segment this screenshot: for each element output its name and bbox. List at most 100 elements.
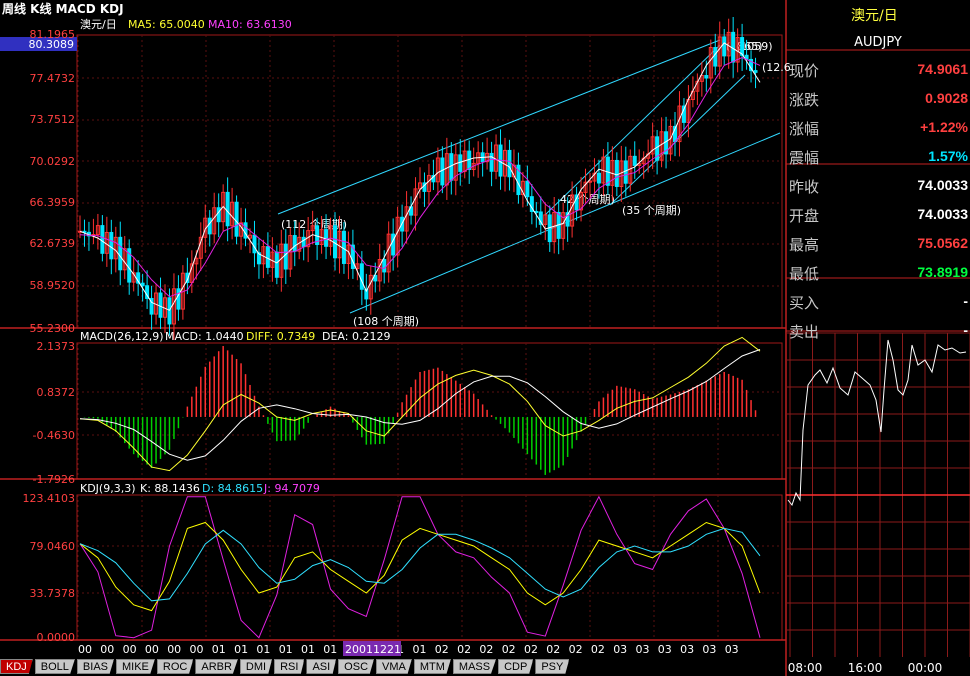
macd-y-ticks: 2.1373 0.8372 -0.4630 -1.7926: [33, 340, 75, 486]
annotation: (108 个周期): [353, 315, 419, 328]
candle-body: [458, 154, 463, 172]
tab-cdp[interactable]: CDP: [498, 659, 534, 674]
tab-roc[interactable]: ROC: [156, 659, 194, 674]
candle-body: [753, 70, 758, 73]
x-axis: 0000000000000101010101010101010102020202…: [78, 641, 739, 656]
candle-body: [216, 207, 221, 223]
candle-body: [440, 157, 445, 186]
tab-arbr[interactable]: ARBR: [195, 659, 238, 674]
x-tick: 01: [413, 643, 427, 656]
tab-bias[interactable]: BIAS: [76, 659, 114, 674]
quote-value: 74.0033: [917, 206, 968, 222]
price-tick: 81.1965: [30, 28, 76, 41]
tab-boll[interactable]: BOLL: [34, 659, 75, 674]
quote-row: 昨收 74.0033: [787, 172, 970, 199]
tab-dmi[interactable]: DMI: [239, 659, 273, 674]
kdj-tick: 79.0460: [30, 540, 76, 553]
price-tick: 77.4732: [30, 72, 76, 85]
price-tick: 66.3959: [30, 196, 76, 209]
tab-asi[interactable]: ASI: [306, 659, 337, 674]
x-tick: 00: [123, 643, 137, 656]
x-tick: 01: [256, 643, 270, 656]
x-tick: 02: [524, 643, 538, 656]
price-tick: 73.7512: [30, 113, 76, 126]
candle-body: [722, 36, 727, 57]
annotation: 42 个周期): [560, 193, 615, 206]
x-tick: 02: [502, 643, 516, 656]
dea-label: DEA: 0.2129: [322, 330, 390, 343]
tab-psy[interactable]: PSY: [535, 659, 570, 674]
quote-value: 73.8919: [917, 264, 968, 280]
x-tick: 02: [457, 643, 471, 656]
price-tick: 62.6739: [30, 237, 76, 250]
quote-key: 涨幅: [789, 120, 820, 138]
price-panel-title: 澳元/日: [80, 18, 117, 31]
ma5-label: MA5: 65.0040: [128, 18, 205, 31]
indicator-tabs: KDJ BOLL BIAS MIKE ROC ARBR DMI RSI ASI …: [0, 659, 786, 676]
candle-body: [507, 149, 512, 178]
candle-body: [391, 233, 396, 256]
quote-code: AUDJPY: [854, 35, 902, 50]
candle-body: [176, 288, 181, 310]
page-title: 周线 K线 MACD KDJ: [2, 1, 124, 16]
candle-body: [252, 234, 257, 254]
candle-body: [713, 47, 718, 67]
candle-body: [525, 180, 530, 198]
tab-osc[interactable]: OSC: [338, 659, 375, 674]
kdj-chart: [79, 495, 761, 639]
quote-key: 最高: [789, 236, 820, 254]
quote-value: +1.22%: [920, 119, 968, 135]
x-tick: 03: [725, 643, 739, 656]
x-highlight: 20011221: [345, 643, 401, 656]
k-line: [79, 521, 761, 612]
x-tick: 03: [702, 643, 716, 656]
x-tick: 01: [323, 643, 337, 656]
candle-body: [467, 150, 472, 170]
quote-key: 最低: [789, 265, 820, 283]
x-tick: 00: [145, 643, 159, 656]
tab-mass[interactable]: MASS: [452, 659, 497, 674]
k-label: K: 88.1436: [140, 482, 200, 495]
quote-row: 最高 75.0562: [787, 230, 970, 257]
candle-body: [382, 259, 387, 273]
quote-row: 涨幅 +1.22%: [787, 114, 970, 141]
tab-mike[interactable]: MIKE: [116, 659, 155, 674]
tab-vma[interactable]: VMA: [376, 659, 412, 674]
quote-row: 买入 -: [787, 288, 970, 315]
quote-row: 开盘 74.0033: [787, 201, 970, 228]
candle-body: [740, 37, 745, 56]
candle-body: [234, 201, 239, 237]
annotation: (35 个周期): [622, 204, 681, 217]
quote-value: 75.0562: [917, 235, 968, 251]
tab-rsi[interactable]: RSI: [274, 659, 305, 674]
candle-body: [731, 31, 736, 63]
candle-body: [489, 152, 494, 172]
intraday-chart: [786, 332, 970, 657]
quote-row: 现价 74.9061: [787, 56, 970, 83]
trend-line: [544, 44, 721, 216]
candle-body: [167, 297, 172, 325]
kdj-label: KDJ(9,3,3): [80, 482, 136, 495]
x-tick: 02: [479, 643, 493, 656]
quote-key: 现价: [789, 62, 820, 80]
candle-body: [632, 155, 637, 166]
x-tick: 02: [435, 643, 449, 656]
x-tick: 03: [680, 643, 694, 656]
intraday-line: [787, 339, 967, 507]
candle-body: [324, 229, 329, 247]
price-tick: 55.2300: [30, 322, 76, 335]
candle-body: [359, 263, 364, 290]
x-tick: 01: [279, 643, 293, 656]
j-line: [79, 495, 761, 639]
kdj-tick: 0.0000: [37, 631, 76, 644]
macd-label: MACD(26,12,9): [80, 330, 164, 343]
macd-tick: 2.1373: [37, 340, 76, 353]
time-label: 08:00: [788, 661, 823, 675]
tab-mtm[interactable]: MTM: [413, 659, 451, 674]
trend-line: [277, 39, 721, 215]
x-tick: 02: [546, 643, 560, 656]
tab-kdj[interactable]: KDJ: [0, 659, 33, 674]
macd-tick: -0.4630: [33, 429, 75, 442]
macd-chart: [79, 336, 761, 475]
candle-body: [158, 292, 163, 318]
